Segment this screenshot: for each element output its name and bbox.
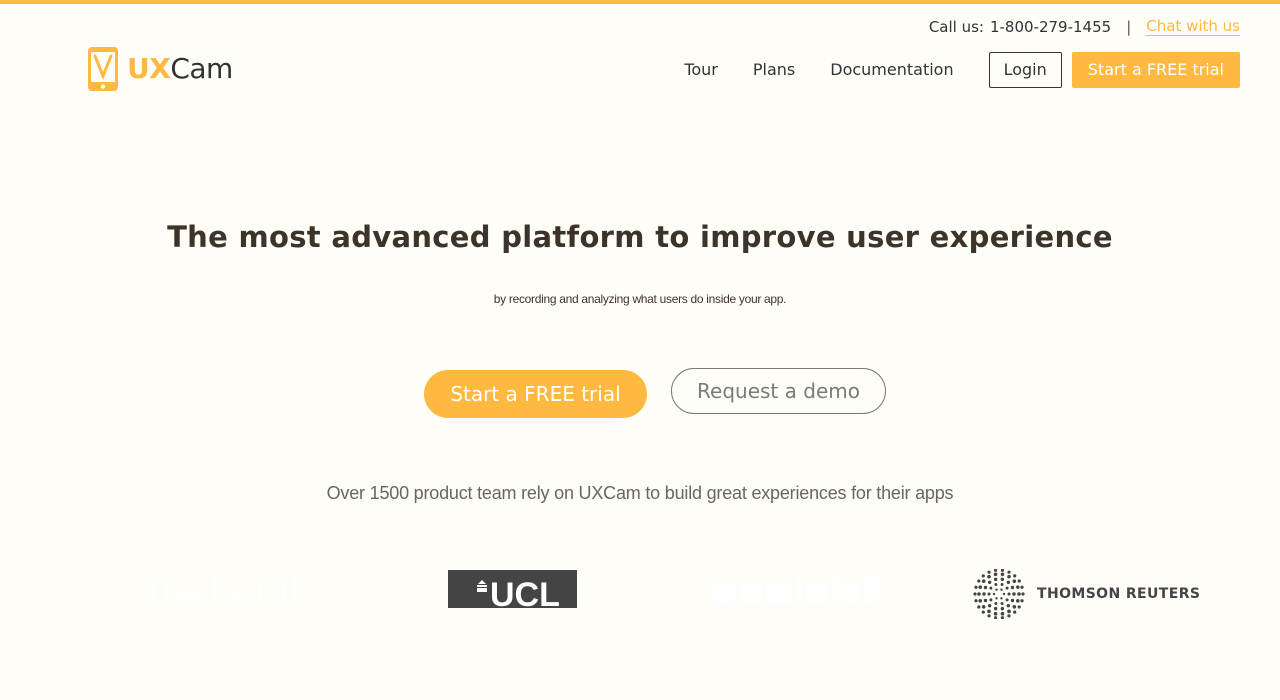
client-logo-ucl: UCL <box>448 570 577 614</box>
nav-plans[interactable]: Plans <box>753 53 795 87</box>
nav-documentation[interactable]: Documentation <box>830 53 953 87</box>
contact-separator: | <box>1126 17 1132 36</box>
start-trial-button[interactable]: Start a FREE trial <box>424 370 647 418</box>
uxcam-logo[interactable]: UXCam <box>87 46 233 92</box>
top-accent-bar <box>0 0 1280 4</box>
trust-statement: Over 1500 product team rely on UXCam to … <box>326 483 954 503</box>
login-button[interactable]: Login <box>988 52 1062 88</box>
client-logo-arabic <box>150 572 300 610</box>
contact-bar: Call us: 1-800-279-1455 | Chat with us <box>929 17 1240 36</box>
client-logo-white-wordmark <box>712 570 880 612</box>
thomson-reuters-dots-icon <box>973 569 1025 619</box>
logo-wordmark: UXCam <box>127 52 233 85</box>
nav-tour[interactable]: Tour <box>684 53 718 87</box>
hero-title: The most advanced platform to improve us… <box>167 220 1113 254</box>
hero-subtitle: by recording and analyzing what users do… <box>493 292 787 306</box>
client-logo-thomson-reuters: THOMSON REUTERS <box>973 569 1200 619</box>
chat-link[interactable]: Chat with us <box>1146 17 1240 36</box>
svg-text:UCL: UCL <box>490 576 560 608</box>
main-nav: Tour Plans Documentation Login Start a F… <box>684 52 1240 88</box>
nav-trial-button[interactable]: Start a FREE trial <box>1071 52 1240 88</box>
thomson-reuters-name: THOMSON REUTERS <box>1037 586 1201 602</box>
request-demo-button[interactable]: Request a demo <box>671 368 886 414</box>
phone-logo-icon <box>88 47 118 91</box>
phone-number[interactable]: 1-800-279-1455 <box>990 18 1111 36</box>
call-label: Call us: <box>928 17 984 36</box>
